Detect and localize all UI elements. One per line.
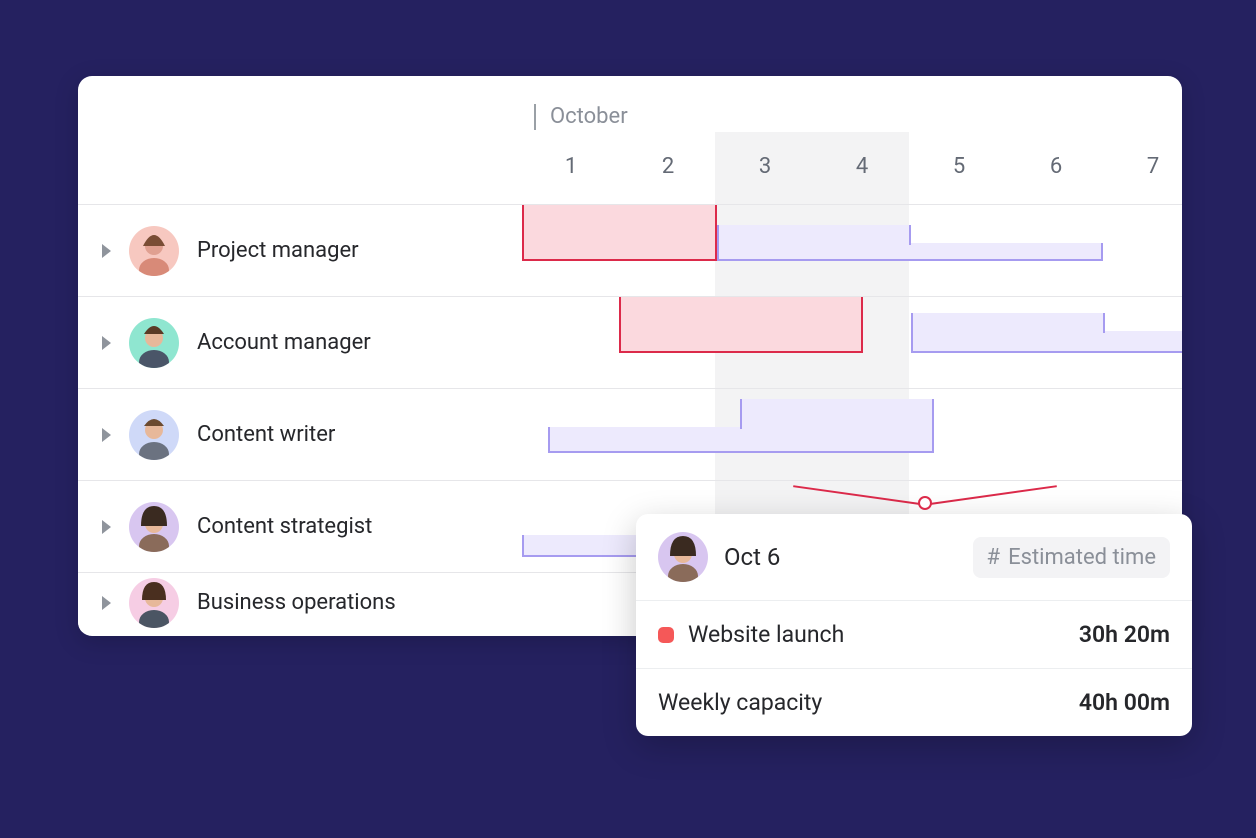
timeline-header: October 1 2 3 4 5 6 7 8	[454, 76, 1182, 204]
hash-icon: #	[987, 545, 1001, 570]
role-label: Business operations	[197, 590, 396, 615]
capacity-value: 40h 00m	[1079, 689, 1170, 716]
tooltip-capacity: Weekly capacity 40h 00m	[636, 668, 1192, 736]
day-4[interactable]: 4	[856, 154, 868, 179]
tooltip-item-label: Website launch	[688, 621, 1079, 648]
bar-over[interactable]	[619, 297, 863, 353]
row-account-manager[interactable]: Account manager	[78, 296, 1182, 388]
role-label: Account manager	[197, 330, 371, 355]
avatar	[129, 578, 179, 628]
avatar	[129, 226, 179, 276]
row-project-manager[interactable]: Project manager	[78, 204, 1182, 296]
bar-under[interactable]	[740, 399, 934, 453]
avatar	[658, 532, 708, 582]
expand-icon[interactable]	[102, 428, 111, 442]
row-2-bars	[454, 297, 1182, 388]
bar-over[interactable]	[522, 205, 717, 261]
estimated-time-pill[interactable]: # Estimated time	[973, 537, 1170, 578]
month-label: October	[550, 104, 628, 129]
row-content-writer[interactable]: Content writer	[78, 388, 1182, 480]
avatar	[129, 318, 179, 368]
day-2[interactable]: 2	[662, 154, 674, 179]
workload-tooltip: Oct 6 # Estimated time Website launch 30…	[636, 514, 1192, 736]
bar-under[interactable]	[911, 313, 1105, 353]
tooltip-item-value: 30h 20m	[1079, 621, 1170, 648]
day-6[interactable]: 6	[1050, 154, 1062, 179]
day-labels: 1 2 3 4 5 6 7 8	[454, 154, 1182, 194]
capacity-label: Weekly capacity	[658, 689, 1079, 716]
app-background: October 1 2 3 4 5 6 7 8	[0, 0, 1256, 838]
peak-marker-icon	[918, 496, 932, 510]
tooltip-item[interactable]: Website launch 30h 20m	[636, 600, 1192, 668]
tooltip-date: Oct 6	[724, 543, 957, 571]
row-3-bars	[454, 389, 1182, 480]
tooltip-header: Oct 6 # Estimated time	[636, 514, 1192, 600]
day-7[interactable]: 7	[1147, 154, 1159, 179]
bar-under[interactable]	[1103, 331, 1182, 353]
bar-under[interactable]	[717, 225, 911, 261]
expand-icon[interactable]	[102, 336, 111, 350]
bar-step-edge	[1103, 313, 1105, 333]
legend-dot-icon	[658, 627, 674, 643]
expand-icon[interactable]	[102, 520, 111, 534]
expand-icon[interactable]	[102, 244, 111, 258]
role-label: Content writer	[197, 422, 335, 447]
bar-step-edge	[909, 225, 911, 245]
role-label: Project manager	[197, 238, 359, 263]
row-1-bars	[454, 205, 1182, 296]
role-label: Content strategist	[197, 514, 372, 539]
day-3[interactable]: 3	[759, 154, 771, 179]
avatar	[129, 502, 179, 552]
month-start-tick	[534, 104, 536, 130]
bar-under[interactable]	[909, 243, 1103, 261]
bar-step-edge	[740, 399, 742, 429]
expand-icon[interactable]	[102, 596, 111, 610]
bar-under[interactable]	[548, 427, 742, 453]
avatar	[129, 410, 179, 460]
day-1[interactable]: 1	[565, 154, 577, 179]
day-5[interactable]: 5	[953, 154, 965, 179]
pill-label: Estimated time	[1008, 545, 1156, 570]
